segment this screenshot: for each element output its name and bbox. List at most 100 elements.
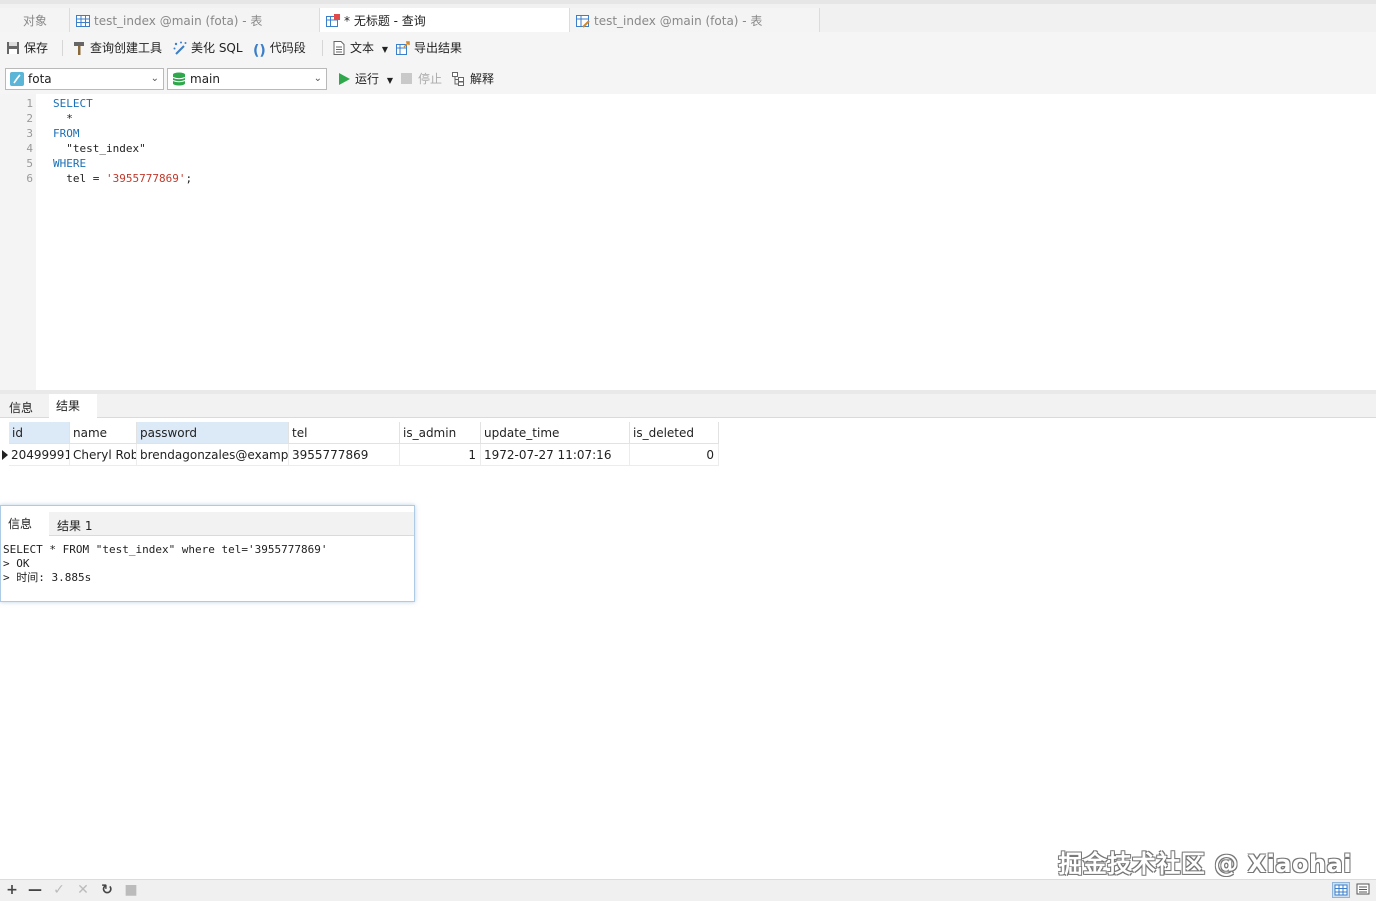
- grid-view-icon[interactable]: [1332, 882, 1350, 898]
- save-icon: [7, 42, 19, 54]
- export-result-button[interactable]: 导出结果: [396, 39, 462, 57]
- table-design-icon: [576, 15, 590, 28]
- tab-result-1[interactable]: 结果 1: [49, 394, 97, 437]
- toolbar-divider: [62, 40, 63, 56]
- delete-record-icon[interactable]: —: [27, 882, 43, 898]
- column-header-password[interactable]: password: [137, 422, 289, 444]
- code-line-3: FROM: [53, 126, 80, 141]
- chevron-down-icon: ⌄: [313, 73, 322, 84]
- current-row-indicator-icon: [2, 450, 8, 460]
- code-snippet-label: 代码段: [269, 41, 306, 55]
- column-header-is-admin[interactable]: is_admin: [400, 422, 481, 444]
- table-cell-name[interactable]: Cheryl Rob: [70, 444, 137, 466]
- watermark: 掘金技术社区 @ Xiaohai: [1058, 850, 1352, 878]
- query-builder-label: 查询创建工具: [90, 41, 163, 55]
- explain-label: 解释: [470, 72, 495, 86]
- info-panel-overlay: 信息 结果 1 SELECT * FROM "test_index" where…: [0, 505, 415, 602]
- column-header-update-time[interactable]: update_time: [481, 422, 630, 444]
- column-header-is-deleted[interactable]: is_deleted: [630, 422, 719, 444]
- save-button[interactable]: 保存: [6, 39, 48, 57]
- grid-status-bar: + — ✓ ✕ ↻ ■: [0, 879, 1376, 901]
- document-tab-bar: 对象 test_index @main (fota) - 表 * 无标题 - 查…: [0, 0, 1376, 34]
- sql-keyword: WHERE: [53, 157, 87, 170]
- table-cell-id[interactable]: 20499991: [9, 444, 70, 466]
- save-label: 保存: [24, 41, 49, 55]
- line-number: 2: [26, 112, 33, 125]
- info-message-line: SELECT * FROM "test_index" where tel='39…: [3, 543, 328, 556]
- document-icon: [333, 41, 345, 55]
- form-view-icon[interactable]: [1355, 882, 1373, 898]
- stop-button[interactable]: 停止: [400, 70, 442, 88]
- dropdown-arrow-icon: ▼: [381, 45, 388, 54]
- sql-keyword: SELECT: [53, 97, 93, 110]
- beautify-sql-label: 美化 SQL: [191, 41, 243, 55]
- line-number-gutter: 1 2 3 4 5 6: [0, 94, 36, 390]
- text-mode-dropdown[interactable]: 文本 ▼: [332, 39, 388, 57]
- result-tab-bar: 信息 结果 1: [0, 394, 1376, 437]
- code-line-2: *: [53, 111, 73, 126]
- table-cell-is-deleted[interactable]: 0: [630, 444, 719, 466]
- code-line-6: tel = '3955777869';: [53, 171, 192, 186]
- code-line-4: "test_index": [53, 141, 146, 156]
- tab-test-index-table[interactable]: test_index @main (fota) - 表: [70, 8, 320, 34]
- play-icon: [339, 73, 350, 85]
- sql-token: ;: [185, 172, 193, 185]
- table-cell-tel[interactable]: 3955777869: [289, 444, 400, 466]
- code-snippet-button[interactable]: () 代码段: [253, 39, 306, 59]
- table-icon: [76, 15, 90, 27]
- tab-label: test_index @main (fota) - 表: [594, 14, 763, 28]
- column-header-id[interactable]: id: [9, 422, 70, 444]
- apply-changes-icon[interactable]: ✓: [51, 882, 67, 898]
- code-line-1: SELECT: [53, 96, 93, 111]
- database-icon: [172, 72, 186, 86]
- line-number: 6: [26, 172, 33, 185]
- tab-label: * 无标题 - 查询: [344, 14, 426, 28]
- magic-wand-icon: [173, 41, 187, 55]
- tab-objects[interactable]: 对象: [0, 8, 70, 34]
- column-header-tel[interactable]: tel: [289, 422, 400, 444]
- sql-identifier: "test_index": [53, 142, 146, 155]
- connection-select[interactable]: fota ⌄: [5, 68, 164, 90]
- add-record-icon[interactable]: +: [4, 882, 20, 898]
- tab-result-1[interactable]: 结果 1: [50, 514, 99, 538]
- explain-button[interactable]: 解释: [452, 70, 494, 88]
- query-icon: [326, 14, 340, 27]
- sql-token: tel =: [53, 172, 106, 185]
- sql-editor[interactable]: 1 2 3 4 5 6 SELECT * FROM "test_index" W…: [0, 94, 1376, 390]
- tab-test-index-design[interactable]: test_index @main (fota) - 表: [570, 8, 820, 34]
- tab-label: test_index @main (fota) - 表: [94, 14, 263, 28]
- toolbar-divider: [322, 40, 323, 56]
- stop-icon[interactable]: ■: [123, 882, 139, 898]
- line-number: 3: [26, 127, 33, 140]
- info-message-line: > OK: [3, 557, 30, 570]
- result-grid[interactable]: id name password tel is_admin update_tim…: [9, 422, 719, 468]
- connection-value: fota: [28, 72, 52, 86]
- beautify-sql-button[interactable]: 美化 SQL: [173, 39, 243, 57]
- code-line-5: WHERE: [53, 156, 86, 171]
- query-builder-button[interactable]: 查询创建工具: [72, 39, 162, 57]
- run-toolbar: fota ⌄ main ⌄ 运行 ▼ 停止 解释: [0, 64, 1376, 94]
- sqlite-connection-icon: [10, 72, 24, 86]
- table-cell-update-time[interactable]: 1972-07-27 11:07:16: [481, 444, 630, 466]
- tab-info[interactable]: 信息: [1, 512, 49, 536]
- run-button[interactable]: 运行 ▼: [337, 70, 393, 88]
- stop-icon: [401, 73, 412, 84]
- hammer-icon: [74, 42, 84, 55]
- tab-info[interactable]: 信息: [2, 396, 40, 420]
- sql-string: '3955777869': [105, 172, 186, 185]
- parentheses-icon: (): [253, 43, 266, 59]
- chevron-down-icon: ⌄: [150, 73, 159, 84]
- database-select[interactable]: main ⌄: [167, 68, 327, 90]
- refresh-icon[interactable]: ↻: [99, 882, 115, 898]
- text-mode-label: 文本: [350, 41, 375, 55]
- table-cell-is-admin[interactable]: 1: [400, 444, 481, 466]
- tab-label: 对象: [23, 14, 48, 28]
- tab-untitled-query[interactable]: * 无标题 - 查询: [320, 8, 570, 34]
- line-number: 5: [26, 157, 33, 170]
- main-toolbar: 保存 查询创建工具 美化 SQL () 代码段 文本 ▼ 导出结果: [0, 32, 1376, 64]
- column-header-name[interactable]: name: [70, 422, 137, 444]
- stop-label: 停止: [418, 72, 443, 86]
- table-cell-password[interactable]: brendagonzales@exampl: [137, 444, 289, 466]
- discard-changes-icon[interactable]: ✕: [75, 882, 91, 898]
- sql-keyword: FROM: [53, 127, 80, 140]
